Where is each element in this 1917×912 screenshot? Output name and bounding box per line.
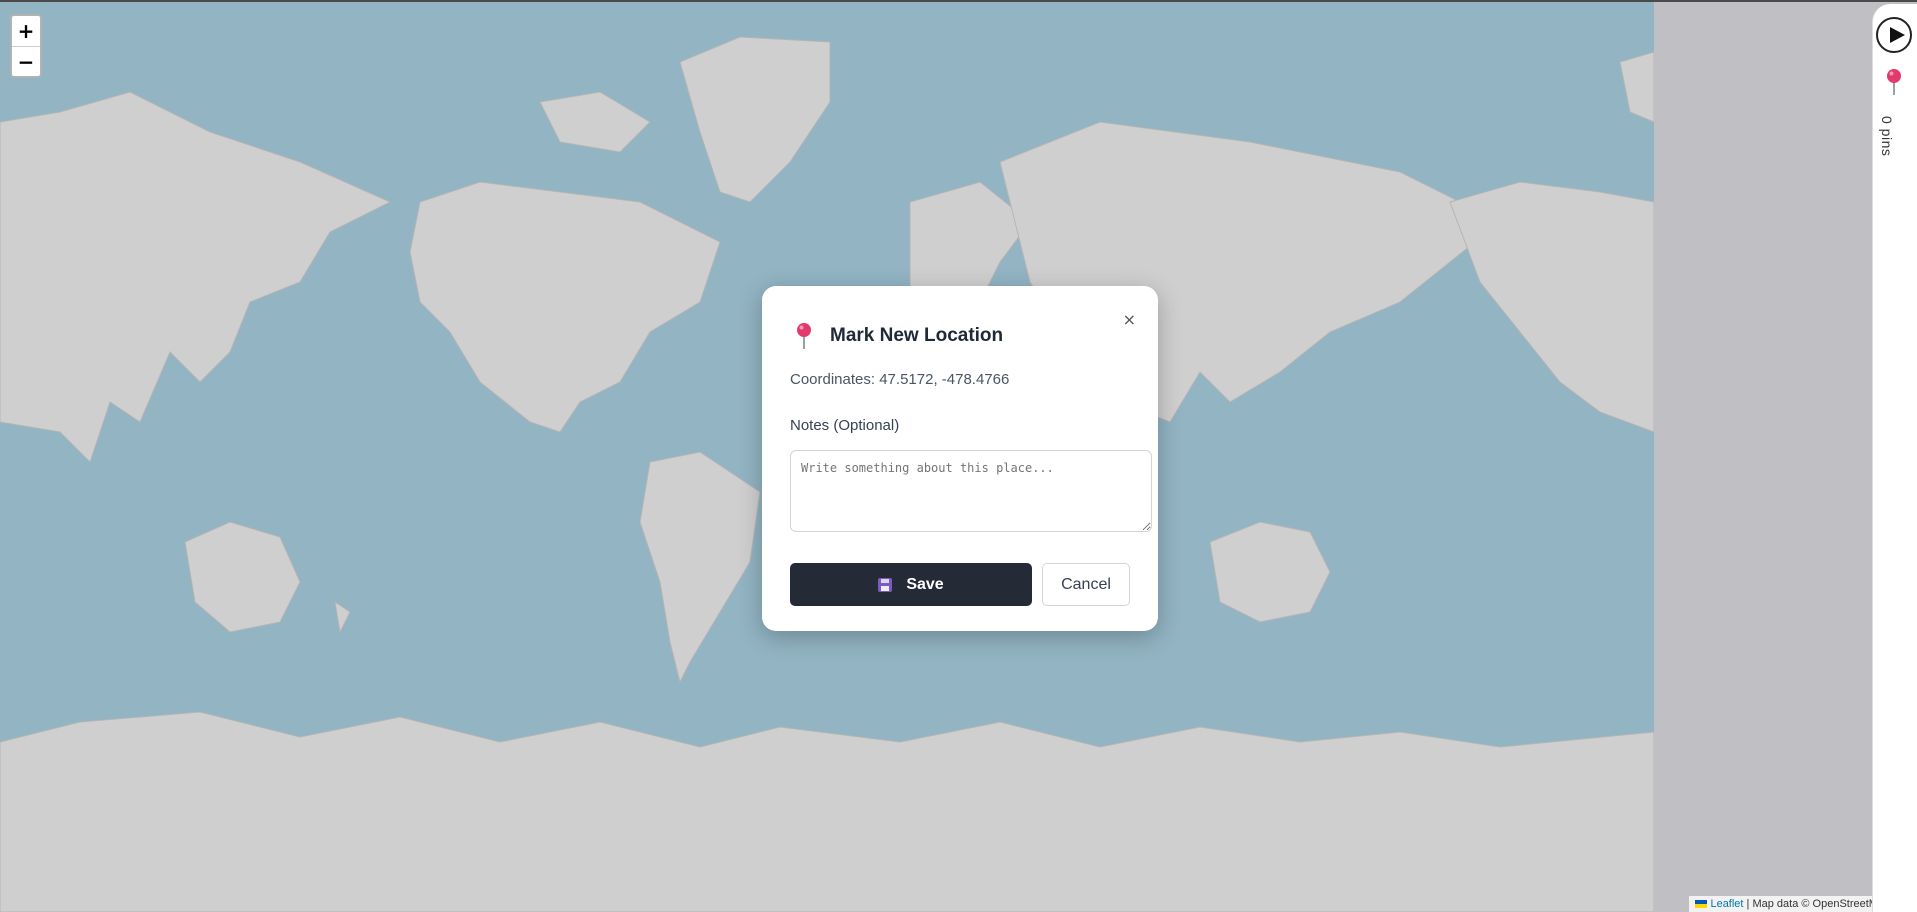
coordinates-text: Coordinates: 47.5172, -478.4766 bbox=[790, 371, 1010, 388]
dialog-title: Mark New Location bbox=[830, 325, 1004, 346]
dialog-header: Mark New Location bbox=[794, 322, 1003, 350]
save-button[interactable]: Save bbox=[790, 563, 1032, 606]
pushpin-icon bbox=[797, 323, 811, 349]
save-label: Save bbox=[906, 575, 944, 593]
close-icon[interactable]: × bbox=[1123, 310, 1136, 329]
dialog-overlay: × Mark New Location Coordinates: 47.5172… bbox=[0, 0, 1917, 912]
floppy-disk-icon bbox=[878, 577, 893, 592]
notes-label: Notes (Optional) bbox=[790, 417, 900, 434]
mark-location-dialog: × Mark New Location Coordinates: 47.5172… bbox=[762, 286, 1158, 631]
cancel-button[interactable]: Cancel bbox=[1042, 563, 1130, 606]
notes-input[interactable] bbox=[790, 450, 1152, 532]
